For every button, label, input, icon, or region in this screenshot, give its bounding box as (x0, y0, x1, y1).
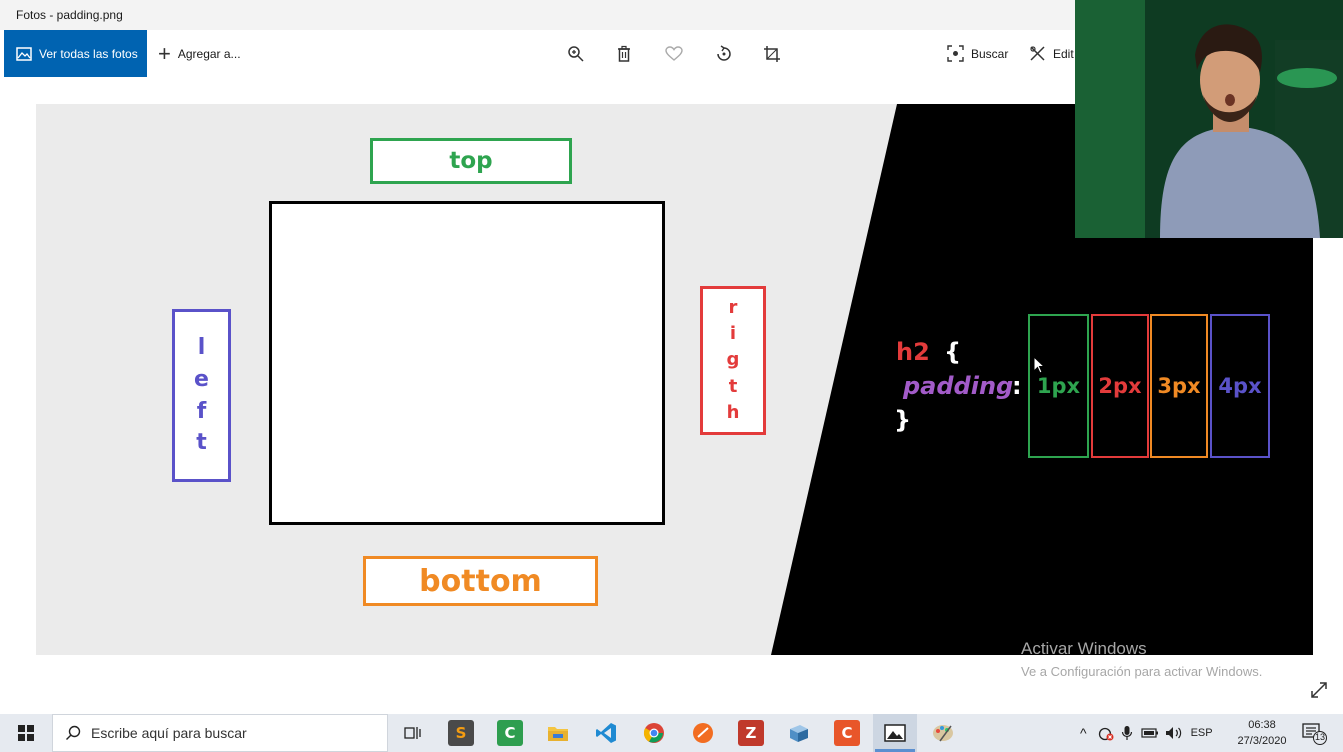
photos-app-window: Fotos - padding.png Ver todas las fotos … (0, 0, 1343, 752)
task-view-icon (404, 727, 421, 739)
virtualbox-app[interactable] (786, 720, 812, 746)
padding-value-1-text: 1px (1036, 374, 1081, 398)
trash-icon (618, 45, 630, 62)
label-left-letter: l (197, 334, 206, 360)
photos-icon (884, 724, 906, 742)
crop-button[interactable] (760, 42, 784, 66)
rotate-icon (717, 45, 731, 61)
label-right-letter: g (726, 349, 740, 371)
search-icon (66, 725, 81, 740)
label-left-letter: t (196, 430, 207, 456)
folder-icon (548, 727, 568, 741)
show-hidden-icons-chevron-up-icon[interactable]: ^ (1080, 725, 1087, 741)
label-right-letter: i (729, 323, 737, 345)
clock[interactable]: 06:38 27/3/2020 (1233, 717, 1291, 749)
rotate-button[interactable] (712, 42, 736, 66)
code-brace-close: } (894, 406, 912, 434)
volume-icon[interactable] (1165, 725, 1183, 741)
favorite-button[interactable] (662, 42, 686, 66)
photos-app[interactable] (882, 720, 908, 746)
code-selector: h2 (896, 338, 930, 366)
add-to-button[interactable]: + Agregar a... (158, 30, 241, 77)
padding-value-4: 4px (1210, 314, 1270, 458)
palette-icon (933, 725, 953, 742)
action-center-button[interactable]: 13 (1302, 723, 1328, 750)
padding-value-4-text: 4px (1218, 374, 1262, 398)
taskbar-search-box[interactable]: Escribe aquí para buscar (52, 714, 388, 752)
add-to-label: Agregar a... (177, 46, 241, 61)
taskbar-search-placeholder: Escribe aquí para buscar (91, 725, 247, 741)
code-property: padding (903, 372, 1014, 400)
search-label: Buscar (971, 46, 1009, 61)
windows-logo-icon (18, 725, 34, 741)
code-brace-open: { (944, 338, 962, 366)
input-language[interactable]: ESP (1191, 727, 1213, 739)
battery-icon[interactable] (1140, 727, 1159, 739)
code-colon: : (1012, 372, 1022, 400)
photo-icon (16, 46, 32, 61)
notification-count: 13 (1314, 732, 1325, 742)
label-top-text: top (449, 148, 493, 174)
camtasia-app[interactable]: C (497, 720, 523, 746)
plus-icon: + (158, 40, 171, 66)
orange-circle-icon (693, 723, 713, 743)
content-box (269, 201, 665, 525)
paint-app[interactable] (930, 720, 956, 746)
vscode-icon (596, 723, 616, 743)
view-all-label: Ver todas las fotos (39, 46, 138, 61)
label-right-letter: h (726, 401, 740, 423)
label-right: r i g t h (700, 286, 766, 435)
label-left-letter: f (196, 398, 207, 424)
chrome-app[interactable] (641, 720, 667, 746)
vscode-app[interactable] (593, 720, 619, 746)
zoom-in-button[interactable] (564, 42, 588, 66)
taskbar: Escribe aquí para buscar S C Z C ^ ESP 0… (0, 714, 1343, 752)
chrome-icon (643, 723, 664, 743)
activate-windows-title: Activar Windows (1021, 639, 1147, 658)
view-all-photos-button[interactable]: Ver todas las fotos (4, 30, 147, 77)
clock-time: 06:38 (1248, 719, 1276, 731)
task-view-button[interactable] (399, 720, 425, 746)
heart-icon (665, 46, 683, 61)
zoom-in-icon (568, 46, 584, 62)
filezilla-app[interactable]: Z (738, 720, 764, 746)
label-bottom: bottom (363, 556, 598, 606)
label-top: top (370, 138, 572, 184)
padding-value-2: 2px (1091, 314, 1149, 458)
start-button[interactable] (0, 714, 52, 752)
brave-app[interactable] (690, 720, 716, 746)
edit-create-icon (1030, 46, 1045, 61)
network-disabled-icon[interactable] (1097, 725, 1115, 741)
label-left: l e f t (172, 309, 231, 482)
padding-value-3: 3px (1150, 314, 1208, 458)
delete-button[interactable] (612, 42, 636, 66)
search-button[interactable]: Buscar (947, 30, 1008, 77)
label-bottom-text: bottom (419, 563, 542, 599)
clock-date: 27/3/2020 (1237, 735, 1287, 747)
activate-windows-subtitle: Ve a Configuración para activar Windows. (1021, 664, 1263, 679)
full-screen-icon[interactable] (1309, 680, 1329, 700)
mouse-pointer-icon (1033, 356, 1045, 374)
crop-icon (764, 46, 780, 62)
edit-label: Edit (1053, 46, 1074, 61)
edit-button[interactable]: Edit (1029, 30, 1074, 77)
webcam-overlay (1075, 0, 1343, 238)
padding-value-2-text: 2px (1098, 374, 1142, 398)
label-right-letter: t (728, 375, 738, 397)
padding-value-1: 1px (1028, 314, 1089, 458)
label-right-letter: r (728, 297, 738, 319)
window-title: Fotos - padding.png (16, 8, 123, 22)
webcam-person-figure (1075, 0, 1343, 238)
sublime-text-app[interactable]: S (448, 720, 474, 746)
box-icon (790, 725, 808, 742)
padding-value-3-text: 3px (1157, 374, 1201, 398)
microphone-icon[interactable] (1121, 725, 1133, 741)
system-tray: ^ ESP (1080, 714, 1213, 752)
camtasia-recorder-app[interactable]: C (834, 720, 860, 746)
visual-search-icon (947, 45, 964, 62)
label-left-letter: e (194, 366, 209, 392)
file-explorer-app[interactable] (545, 720, 571, 746)
